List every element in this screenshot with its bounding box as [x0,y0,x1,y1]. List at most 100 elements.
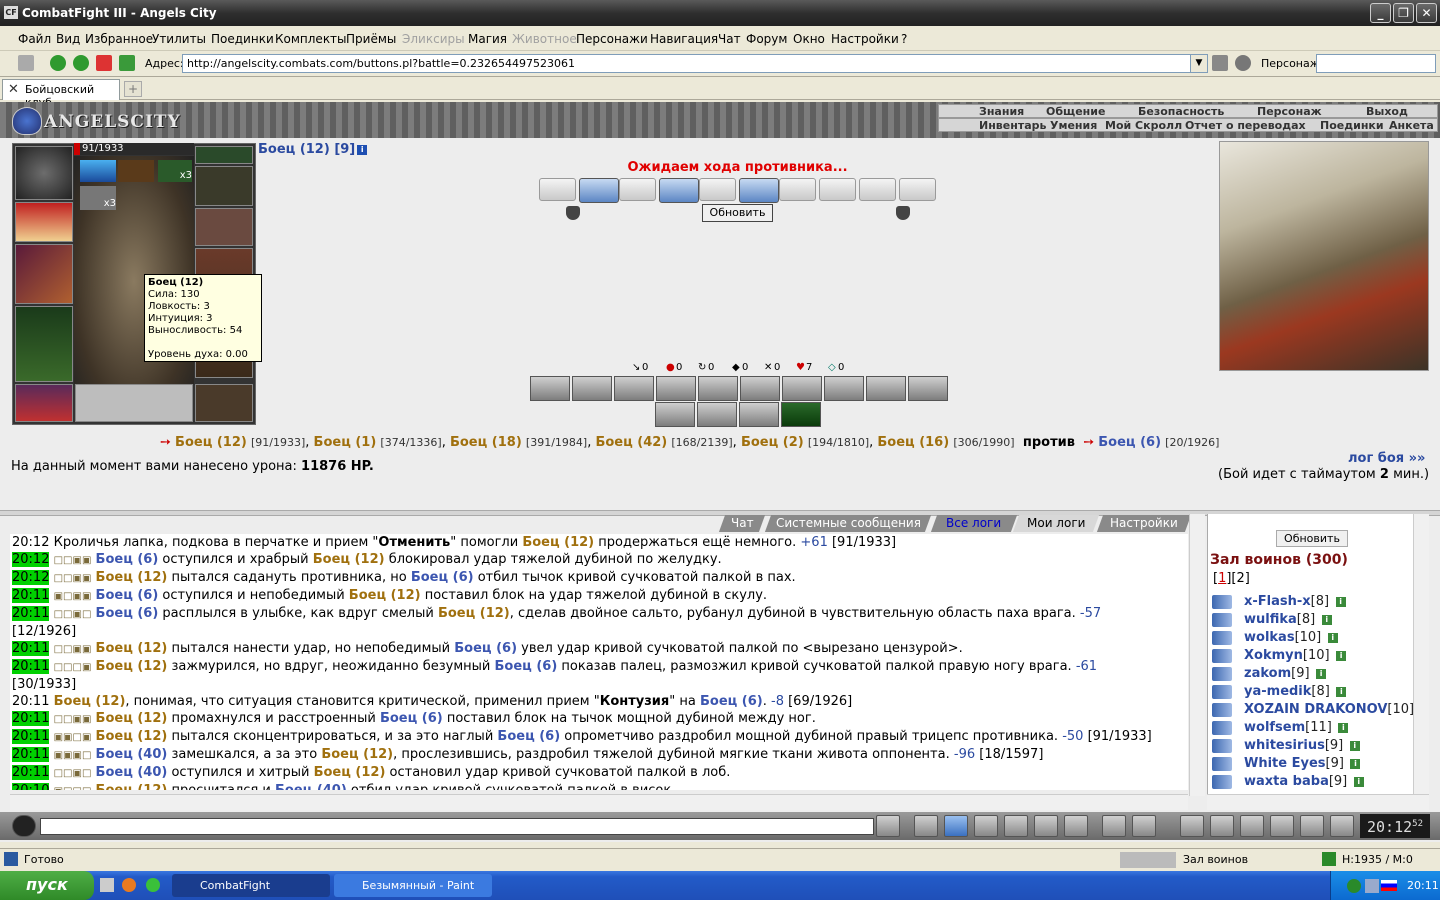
player-item[interactable]: whitesirius[9] i [1212,738,1429,756]
technique-button[interactable] [656,376,696,401]
menu-chat[interactable]: Чат [718,32,741,46]
task-combatfight[interactable]: CombatFight [172,874,330,897]
nav-inventory[interactable]: Инвентарь [979,119,1046,132]
technique-button[interactable] [655,402,695,427]
player-item[interactable]: XOZAIN DRAKONOV[10] i [1212,702,1429,720]
technique-button[interactable] [866,376,906,401]
fight-icon[interactable] [1004,815,1028,837]
bracers-slot[interactable] [15,202,73,242]
technique-button-active[interactable] [781,402,821,427]
network-icon[interactable] [1347,879,1361,893]
nav-knowledge[interactable]: Знания [979,105,1024,118]
helmet-slot[interactable] [15,146,73,200]
menu-file[interactable]: Файл [18,32,51,46]
close-tab-icon[interactable]: ✕ [8,82,19,97]
player-name[interactable]: Xokmyn[10] i [1244,648,1347,663]
info-icon[interactable]: i [1353,776,1364,787]
app-icon[interactable] [146,878,160,892]
nav-skills[interactable]: Умения [1050,119,1097,132]
player-item[interactable]: ya-medik[8] i [1212,684,1429,702]
menu-view[interactable]: Вид [56,32,80,46]
page-link[interactable]: 2 [1237,571,1245,586]
menu-forum[interactable]: Форум [746,32,787,46]
boots-slot[interactable] [195,384,253,422]
menu-navigation[interactable]: Навигация [650,32,718,46]
amulet-slot[interactable] [195,146,253,164]
player-item[interactable]: wulfika[8] i [1212,612,1429,630]
maximize-button[interactable]: ❐ [1393,3,1414,23]
effect-icon[interactable] [80,160,116,182]
player-name[interactable]: wulfika[8] i [1244,612,1332,627]
menu-magic[interactable]: Магия [468,32,507,46]
duel-icon[interactable] [1034,815,1058,837]
menu-sets[interactable]: Комплекты [275,32,347,46]
scroll-slot[interactable] [579,178,619,203]
menu-characters[interactable]: Персонажи [576,32,648,46]
scroll-slot[interactable] [739,178,779,203]
emoji-icon[interactable] [1102,815,1126,837]
refresh-icon[interactable] [1322,852,1336,866]
magic-icon[interactable] [1064,815,1088,837]
team-a-fighter[interactable]: Боец (18) [450,435,522,450]
info-icon[interactable]: i [1327,632,1338,643]
firefox-icon[interactable] [122,878,136,892]
menu-techniques[interactable]: Приёмы [346,32,396,46]
player-item[interactable]: Xokmyn[10] i [1212,648,1429,666]
tab-system-messages[interactable]: Системные сообщения [764,515,932,532]
technique-button[interactable] [697,402,737,427]
tab-my-logs[interactable]: Мои логи [1012,515,1100,532]
nav-security[interactable]: Безопасность [1138,105,1224,118]
page-current[interactable]: 1 [1218,571,1226,586]
clan-icon[interactable] [1270,815,1294,837]
back-icon[interactable] [50,55,66,71]
team-a-fighter[interactable]: Боец (16) [877,435,949,450]
team-a-fighter[interactable]: Боец (2) [741,435,804,450]
technique-button[interactable] [698,376,738,401]
menu-settings[interactable]: Настройки [831,32,899,46]
fighter-name[interactable]: Боец (12) [9] i [258,142,368,157]
scroll-slot[interactable] [779,178,816,201]
stop-icon[interactable] [96,55,112,71]
player-name[interactable]: wolkas[10] i [1244,630,1338,645]
tab-all-logs[interactable]: Все логи [930,515,1018,532]
quest-icon[interactable] [1210,815,1234,837]
technique-button[interactable] [782,376,822,401]
nav-duels[interactable]: Поединки [1320,119,1384,132]
info-icon[interactable]: i [1316,668,1327,679]
hall-hscrollbar[interactable] [1207,794,1429,810]
save-icon[interactable] [974,815,998,837]
log-scrollbar[interactable] [1189,514,1205,796]
technique-button[interactable] [740,376,780,401]
technique-button[interactable] [739,402,779,427]
menu-favorites[interactable]: Избранное [85,32,153,46]
battle-log-link[interactable]: лог боя »» [1348,451,1425,466]
nav-social[interactable]: Общение [1046,105,1105,118]
scroll-slot[interactable] [859,178,896,201]
player-name[interactable]: ya-medik[8] i [1244,684,1347,699]
player-name[interactable]: waxta baba[9] i [1244,774,1364,789]
nav-character[interactable]: Персонаж [1257,105,1322,118]
reload-icon[interactable] [119,55,135,71]
player-item[interactable]: zakom[9] i [1212,666,1429,684]
technique-button[interactable] [824,376,864,401]
nav-my-scroll[interactable]: Мой Скролл [1105,119,1182,132]
technique-button[interactable] [908,376,948,401]
armor-slot[interactable] [15,306,73,382]
nav-profile[interactable]: Анкета [1389,119,1434,132]
small-slots[interactable] [75,384,193,422]
player-item[interactable]: wolkas[10] i [1212,630,1429,648]
rings-slot[interactable] [195,166,253,206]
scroll-slot[interactable] [619,178,656,201]
team-a-fighter[interactable]: Боец (1) [314,435,377,450]
go-icon[interactable] [1212,55,1228,71]
player-name[interactable]: wolfsem[11] i [1244,720,1349,735]
technique-button[interactable] [614,376,654,401]
info-icon[interactable]: i [1336,650,1347,661]
team-a-fighter[interactable]: Боец (42) [595,435,667,450]
info-icon[interactable]: i [1335,596,1346,607]
gloves-slot[interactable] [195,208,253,246]
minimize-button[interactable]: _ [1370,3,1391,23]
player-name[interactable]: XOZAIN DRAKONOV[10] i [1244,702,1429,717]
send-icon[interactable] [876,815,900,837]
exit-icon[interactable] [1330,815,1354,837]
